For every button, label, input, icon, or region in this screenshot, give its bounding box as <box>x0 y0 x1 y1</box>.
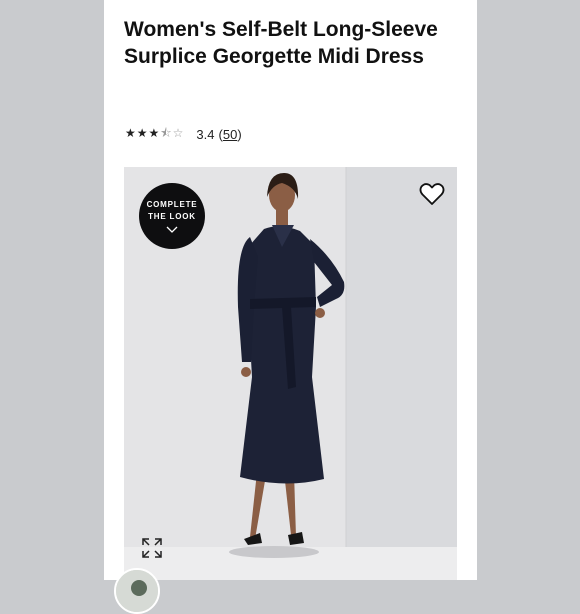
avatar-image <box>116 570 158 612</box>
star-rating-icon: ★★★⯪☆ <box>125 125 185 140</box>
review-count[interactable]: 50 <box>223 127 237 142</box>
review-count-link[interactable]: (50) <box>219 127 242 142</box>
product-rating[interactable]: ★★★⯪☆ 3.4 (50) <box>125 125 242 143</box>
complete-look-label-line1: COMPLETE <box>146 200 198 209</box>
heart-icon[interactable] <box>419 182 445 206</box>
product-title: Women's Self-Belt Long-Sleeve Surplice G… <box>124 18 438 68</box>
expand-icon[interactable] <box>140 536 164 560</box>
complete-the-look-button[interactable]: COMPLETE THE LOOK <box>139 183 205 249</box>
product-image[interactable]: COMPLETE THE LOOK <box>124 167 457 580</box>
complete-look-label-line2: THE LOOK <box>148 212 196 221</box>
product-card: Women's Self-Belt Long-Sleeve Surplice G… <box>104 0 477 580</box>
rating-value: 3.4 <box>196 126 215 142</box>
chevron-down-icon <box>166 226 178 233</box>
avatar[interactable] <box>114 568 160 614</box>
